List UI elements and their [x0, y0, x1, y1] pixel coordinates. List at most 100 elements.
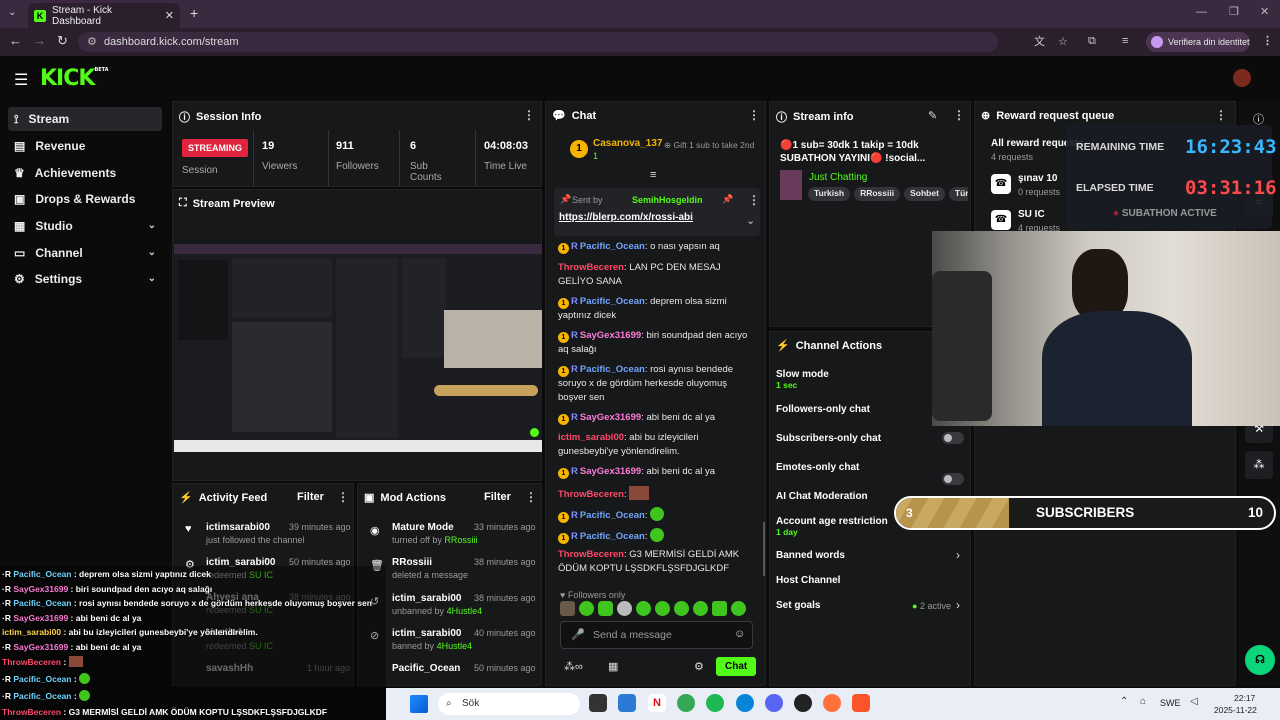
taskbar-search[interactable]: ⌕ Sök	[438, 693, 580, 715]
close-window-icon[interactable]: ✕	[1260, 5, 1269, 18]
mod-target[interactable]: Pacific_Ocean	[392, 663, 460, 674]
top-gifter-name[interactable]: Casanova_137	[593, 138, 663, 149]
more-options-icon[interactable]: ⋮	[523, 108, 535, 122]
emote[interactable]	[617, 601, 632, 616]
tag-chip[interactable]: Türk	[948, 187, 968, 201]
action-subscribers-only[interactable]: Subscribers-only chat	[776, 433, 881, 444]
message-input[interactable]: 🎤 Send a message ☺	[560, 621, 753, 649]
emote[interactable]	[674, 601, 689, 616]
close-tab-icon[interactable]: ✕	[165, 9, 174, 22]
reward-name[interactable]: SU IC	[1018, 209, 1045, 220]
action-followers-only[interactable]: Followers-only chat	[776, 404, 870, 415]
emote[interactable]	[560, 601, 575, 616]
edit-pencil-icon[interactable]: ✎	[928, 109, 937, 122]
community-icon[interactable]: ⁂∞	[564, 660, 583, 673]
edge-icon[interactable]	[736, 694, 754, 712]
chat-username[interactable]: Pacific_Ocean	[580, 296, 645, 307]
windows-start-icon[interactable]	[410, 695, 428, 713]
emote[interactable]	[693, 601, 708, 616]
sidebar-item-settings[interactable]: ⚙ Settings ⌄	[8, 267, 162, 291]
emotes-only-toggle[interactable]	[942, 473, 964, 485]
sidebar-item-stream[interactable]: ⟟ Stream	[8, 107, 162, 131]
emote[interactable]	[636, 601, 651, 616]
sidebar-item-achievements[interactable]: ♛ Achievements	[8, 161, 162, 185]
tag-chip[interactable]: RRossiii	[854, 187, 901, 201]
chat-username[interactable]: ThrowBeceren	[558, 489, 624, 500]
chat-username[interactable]: Pacific_Ocean	[580, 364, 645, 375]
more-options-icon[interactable]: ⋮	[337, 490, 349, 504]
obs-icon[interactable]	[794, 694, 812, 712]
mod-target[interactable]: ictim_sarabi00	[392, 628, 462, 639]
extensions-icon[interactable]: ⧉	[1088, 35, 1096, 48]
emote[interactable]	[598, 601, 613, 616]
chevron-down-icon[interactable]: ⌄	[746, 214, 755, 227]
unpin-icon[interactable]: 📌	[722, 194, 733, 205]
reading-list-icon[interactable]: ≡	[1122, 35, 1128, 47]
clock-time[interactable]: 22:17	[1234, 693, 1255, 703]
browser-menu-icon[interactable]: ⋮	[1262, 34, 1273, 47]
microphone-icon[interactable]: 🎤	[571, 628, 585, 641]
brave-icon[interactable]	[852, 694, 870, 712]
subscribers-only-toggle[interactable]	[942, 432, 964, 444]
support-headset-icon[interactable]: ☊	[1245, 645, 1275, 675]
chat-username[interactable]: Pacific_Ocean	[580, 241, 645, 252]
chat-username[interactable]: SayGex31699	[580, 412, 641, 423]
sent-by-user[interactable]: SemihHosgeldin	[632, 195, 703, 205]
emote[interactable]	[712, 601, 727, 616]
emote[interactable]	[655, 601, 670, 616]
sidebar-item-drops-rewards[interactable]: ▣ Drops & Rewards	[8, 187, 162, 211]
chat-username[interactable]: Pacific_Ocean	[580, 510, 645, 521]
chat-username[interactable]: ictim_sarabi00	[558, 432, 624, 443]
activity-user[interactable]: ictimsarabi00	[206, 522, 270, 533]
browser-tab[interactable]: K Stream - Kick Dashboard ✕	[28, 3, 180, 28]
mod-by[interactable]: RRossiii	[444, 535, 477, 545]
more-options-icon[interactable]: ⋮	[525, 490, 537, 504]
preview-video[interactable]	[174, 244, 542, 452]
category-name[interactable]: Just Chatting	[809, 172, 867, 183]
action-slow-mode[interactable]: Slow mode 1 sec	[776, 369, 829, 390]
tray-chevron-icon[interactable]: ⌃	[1120, 696, 1128, 707]
chrome-icon[interactable]	[677, 694, 695, 712]
sidebar-item-channel[interactable]: ▭ Channel ⌄	[8, 241, 162, 265]
action-ai-moderation[interactable]: AI Chat Moderation	[776, 491, 868, 502]
hamburger-menu-icon[interactable]: ☰	[14, 70, 28, 90]
tab-list-icon[interactable]: ⌄	[8, 7, 16, 18]
mod-by[interactable]: 4Hustle4	[437, 641, 473, 651]
sidebar-item-studio[interactable]: ▦ Studio ⌄	[8, 214, 162, 238]
activity-filter-button[interactable]: Filter	[297, 491, 324, 503]
send-chat-button[interactable]: Chat	[716, 657, 757, 676]
mod-target[interactable]: RRossiii	[392, 557, 432, 568]
filter-icon[interactable]: ≡	[650, 169, 656, 181]
bookmark-star-icon[interactable]: ☆	[1058, 32, 1068, 52]
chat-username[interactable]: SayGex31699	[580, 330, 641, 341]
user-avatar[interactable]	[1233, 69, 1251, 87]
emote[interactable]	[731, 601, 746, 616]
action-host-channel[interactable]: Host Channel	[776, 575, 840, 586]
mod-filter-button[interactable]: Filter	[484, 491, 511, 503]
reward-name[interactable]: şınav 10	[1018, 173, 1057, 184]
taskbar-app-icon[interactable]	[618, 694, 636, 712]
network-icon[interactable]: ⌂	[1140, 696, 1146, 707]
new-tab-icon[interactable]: +	[190, 5, 198, 21]
share-icon[interactable]: ⁂	[1245, 451, 1273, 479]
back-icon[interactable]: ←	[9, 33, 22, 48]
chat-username[interactable]: ThrowBeceren	[558, 262, 624, 273]
mod-target[interactable]: ictim_sarabi00	[392, 593, 462, 604]
category-thumbnail[interactable]	[780, 170, 802, 200]
action-emotes-only[interactable]: Emotes-only chat	[776, 462, 859, 473]
tag-chip[interactable]: Sohbet	[904, 187, 945, 201]
reload-icon[interactable]: ↻	[57, 33, 68, 49]
pinned-message[interactable]: 📌 Sent by SemihHosgeldin 📌 ⋮ https://ble…	[554, 188, 760, 236]
profile-button[interactable]: Verifiera din identitet	[1146, 32, 1250, 52]
spotify-icon[interactable]	[706, 694, 724, 712]
action-banned-words[interactable]: Banned words ›	[776, 548, 966, 562]
sidebar-item-revenue[interactable]: ▤ Revenue	[8, 134, 162, 158]
gift-sub-cta[interactable]: ⊕ Gift 1 sub to take 2nd	[664, 140, 760, 150]
tag-chip[interactable]: Turkish	[808, 187, 851, 201]
emote[interactable]	[579, 601, 594, 616]
action-set-goals[interactable]: Set goals ● 2 active ›	[776, 598, 966, 612]
pinned-link[interactable]: https://blerp.com/x/rossi-abi	[559, 212, 693, 223]
kick-logo[interactable]: KICKBETA	[40, 66, 109, 91]
chat-scrollbar[interactable]	[763, 522, 765, 576]
chat-username[interactable]: SayGex31699	[580, 466, 641, 477]
